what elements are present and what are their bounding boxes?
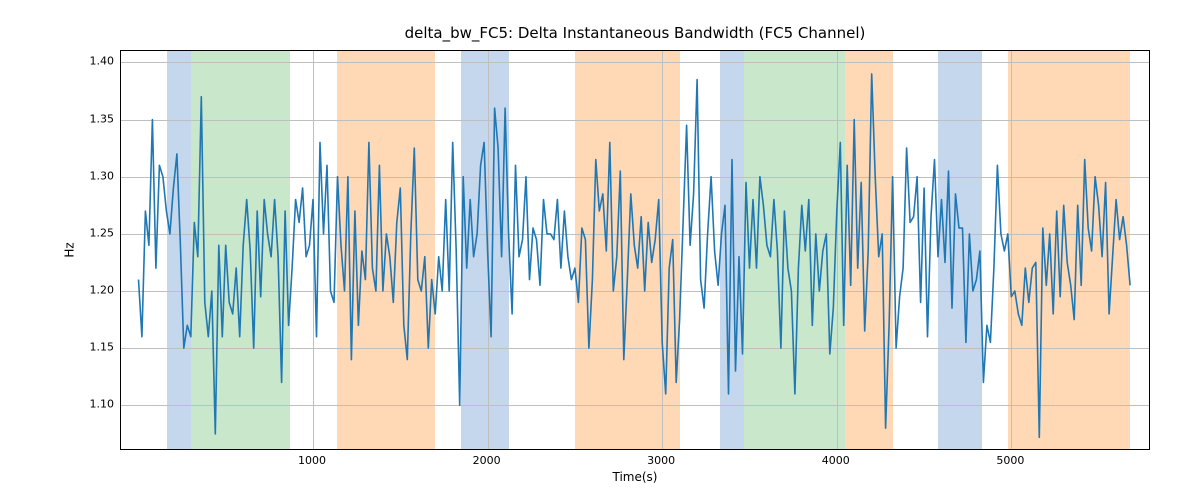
figure: delta_bw_FC5: Delta Instantaneous Bandwi… bbox=[0, 0, 1200, 500]
x-tick-label: 2000 bbox=[473, 454, 501, 467]
x-tick-label: 5000 bbox=[996, 454, 1024, 467]
chart-title: delta_bw_FC5: Delta Instantaneous Bandwi… bbox=[120, 24, 1150, 42]
x-tick-label: 3000 bbox=[647, 454, 675, 467]
x-tick-label: 4000 bbox=[822, 454, 850, 467]
y-tick-label: 1.15 bbox=[80, 341, 114, 354]
y-tick-label: 1.35 bbox=[80, 112, 114, 125]
y-tick-label: 1.20 bbox=[80, 284, 114, 297]
y-tick-label: 1.10 bbox=[80, 398, 114, 411]
line-series bbox=[121, 51, 1150, 450]
y-axis-label: Hz bbox=[60, 50, 80, 450]
x-axis-label: Time(s) bbox=[120, 470, 1150, 484]
x-tick-label: 1000 bbox=[298, 454, 326, 467]
plot-area bbox=[120, 50, 1150, 450]
y-tick-label: 1.30 bbox=[80, 169, 114, 182]
y-tick-label: 1.40 bbox=[80, 55, 114, 68]
y-tick-label: 1.25 bbox=[80, 226, 114, 239]
